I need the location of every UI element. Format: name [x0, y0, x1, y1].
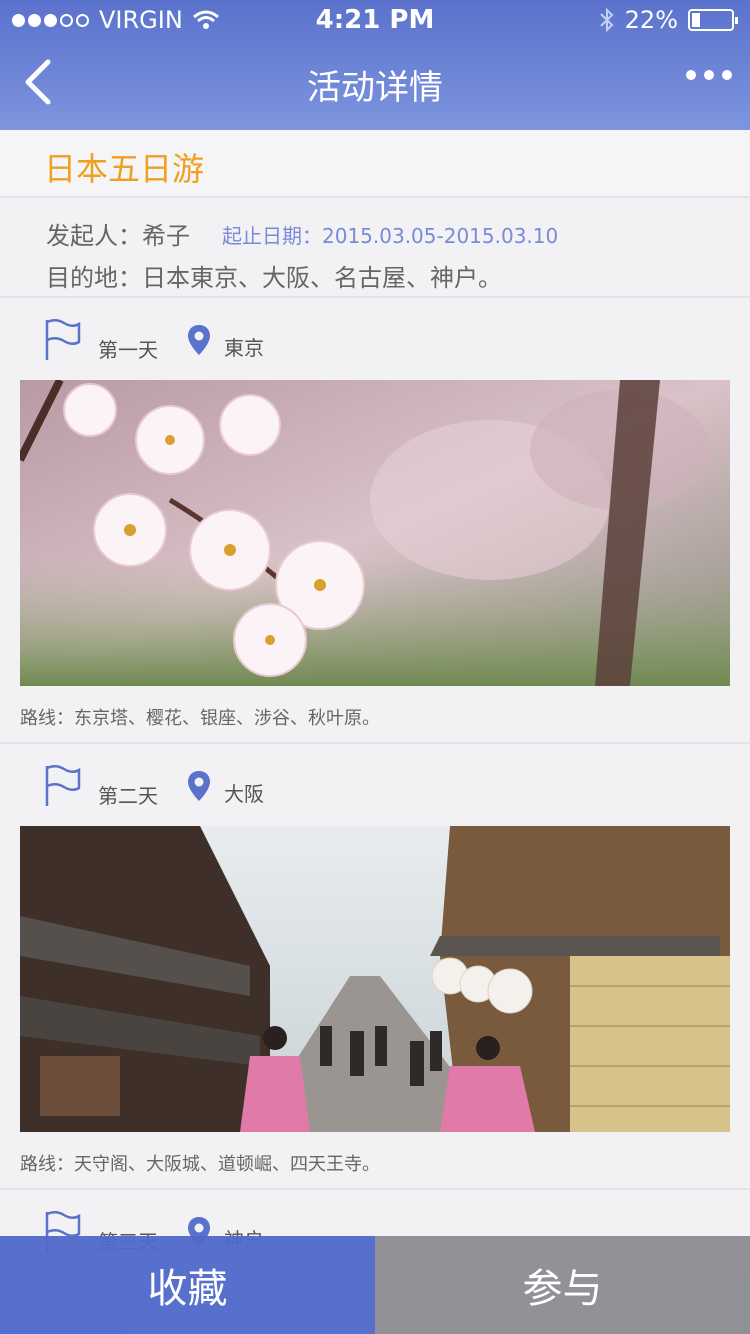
cherry-blossom-photo: [20, 380, 730, 686]
location-pin-icon: [188, 325, 210, 355]
kyoto-street-photo: [20, 826, 730, 1132]
bottom-action-bar: 收藏 参与: [0, 1236, 750, 1334]
battery-level: [692, 13, 701, 27]
join-button[interactable]: 参与: [375, 1236, 750, 1334]
status-right: 22%: [599, 6, 738, 34]
day-card[interactable]: 第二天 大阪 路线：天守阁、大阪城、道顿崛、四天王寺。: [0, 746, 750, 1190]
favorite-button[interactable]: 收藏: [0, 1236, 375, 1334]
organizer: 发起人：希子: [46, 222, 190, 250]
flag-icon: [45, 765, 81, 806]
day-card[interactable]: 第一天 東京 路线：东京塔、樱花、银座、涉谷、秋叶原。: [0, 300, 750, 744]
day-route: 路线：东京塔、樱花、银座、涉谷、秋叶原。: [20, 708, 380, 729]
day-route: 路线：天守阁、大阪城、道顿崛、四天王寺。: [20, 1154, 380, 1175]
trip-title-row: 日本五日游: [0, 130, 750, 198]
status-bar: VIRGIN 4:21 PM 22%: [0, 0, 750, 40]
location-pin-icon: [188, 771, 210, 801]
page-title: 活动详情: [307, 68, 443, 108]
day-label: 第一天: [98, 338, 158, 362]
trip-title: 日本五日游: [44, 150, 205, 188]
battery-icon: [688, 9, 738, 31]
destination: 目的地：日本東京、大阪、名古屋、神户。: [46, 264, 502, 292]
trip-dates: 起止日期：2015.03.05-2015.03.10: [222, 224, 559, 248]
trip-meta: 发起人：希子 起止日期：2015.03.05-2015.03.10 目的地：日本…: [0, 200, 750, 298]
nav-header: VIRGIN 4:21 PM 22% 活动详情: [0, 0, 750, 130]
day-label: 第二天: [98, 784, 158, 808]
day-city: 大阪: [224, 782, 264, 806]
battery-percent: 22%: [624, 6, 678, 34]
bluetooth-icon: [599, 7, 614, 33]
flag-icon: [45, 319, 81, 360]
day-city: 東京: [224, 336, 264, 360]
more-dots-icon[interactable]: [686, 70, 732, 80]
